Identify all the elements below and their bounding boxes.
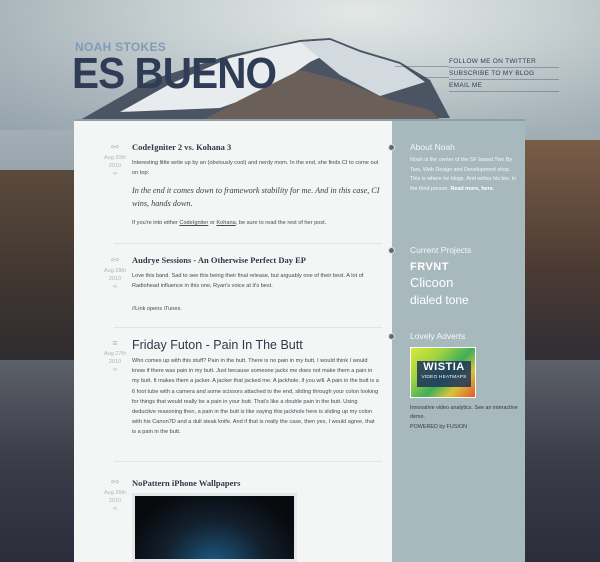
link-icon: ⚯: [111, 477, 119, 487]
post-date: Aug 28th: [103, 268, 127, 274]
post-text-part: , be sure to read the rest of her post.: [235, 220, 327, 226]
section-bullet-icon: [388, 333, 395, 340]
section-bullet-icon: [388, 247, 395, 254]
about-text: Noah is the owner of the SF based Two By…: [410, 156, 520, 194]
sidebar-heading-adverts: Lovely Adverts: [410, 331, 466, 341]
post-year: 2010: [108, 276, 122, 282]
section-bullet-icon: [388, 144, 395, 151]
ad-text: Innovative video analytics. See an inter…: [410, 405, 518, 420]
town-right: [525, 140, 600, 370]
project-dialed-tone[interactable]: dialed tone: [410, 293, 469, 307]
post-date: Aug 26th: [103, 490, 127, 496]
divider: [114, 461, 382, 462]
post-text-part: If you're into either: [132, 220, 180, 226]
wistia-advert[interactable]: WISTIA VIDEO HEATMAPS: [410, 347, 476, 398]
site-title[interactable]: ES BUENO: [72, 52, 277, 96]
post-date: Aug 27th: [103, 351, 127, 357]
top-nav: FOLLOW ME ON TWITTER SUBSCRIBE TO MY BLO…: [449, 56, 559, 92]
post-text: //Link opens iTunes.: [132, 306, 182, 312]
post-text: If you're into either CodeIgniter or Koh…: [132, 218, 380, 228]
post-year: 2010: [108, 163, 122, 169]
post-title[interactable]: Audrye Sessions - An Otherwise Perfect D…: [132, 255, 306, 265]
post-quote: In the end it comes down to framework st…: [132, 186, 380, 208]
post-title[interactable]: NoPattern iPhone Wallpapers: [132, 478, 240, 488]
wallpaper-glow: [135, 496, 294, 559]
link-icon: ⚯: [111, 255, 119, 265]
post-date: Aug 30th: [103, 155, 127, 161]
ad-powered[interactable]: POWERED by FUSION: [410, 423, 520, 432]
nav-subscribe-link[interactable]: SUBSCRIBE TO MY BLOG: [449, 68, 559, 80]
ad-label-box: WISTIA VIDEO HEATMAPS: [417, 361, 471, 387]
divider: [114, 327, 382, 328]
sidebar: About Noah Noah is the owner of the SF b…: [388, 121, 525, 562]
nav-email-link[interactable]: EMAIL ME: [449, 80, 559, 92]
divider: [114, 243, 382, 244]
sidebar-heading-projects: Current Projects: [410, 245, 472, 255]
ad-subtitle: VIDEO HEATMAPS: [421, 375, 467, 380]
text-icon: ≡: [112, 338, 118, 348]
sidebar-heading-about: About Noah: [410, 142, 455, 152]
link-icon: ⚯: [111, 142, 119, 152]
post-text: Interesting little write up by an (obvio…: [132, 160, 379, 177]
post-year: 2010: [108, 498, 122, 504]
project-clicoon[interactable]: Clicoon: [410, 275, 453, 290]
codeigniter-link[interactable]: CodeIgniter: [179, 220, 208, 226]
nav-connector-line: [420, 77, 449, 78]
read-more-link[interactable]: Read more, here.: [450, 186, 494, 192]
nav-connector-line: [395, 66, 449, 67]
post-text: Who comes up with this stuff? Pain in th…: [132, 358, 379, 436]
nav-twitter-link[interactable]: FOLLOW ME ON TWITTER: [449, 56, 559, 68]
post-text: Love this band. Sad to see this being th…: [132, 273, 364, 290]
ad-title: WISTIA: [423, 361, 465, 373]
town-left: [0, 170, 75, 370]
post-title[interactable]: Friday Futon - Pain In The Butt: [132, 338, 303, 352]
kohana-link[interactable]: Kohana: [216, 220, 235, 226]
wallpaper-preview-image[interactable]: [132, 493, 297, 562]
project-frvnt[interactable]: FRVNT: [410, 261, 449, 273]
post-title[interactable]: CodeIgniter 2 vs. Kohana 3: [132, 142, 231, 152]
post-year: 2010: [108, 359, 122, 365]
